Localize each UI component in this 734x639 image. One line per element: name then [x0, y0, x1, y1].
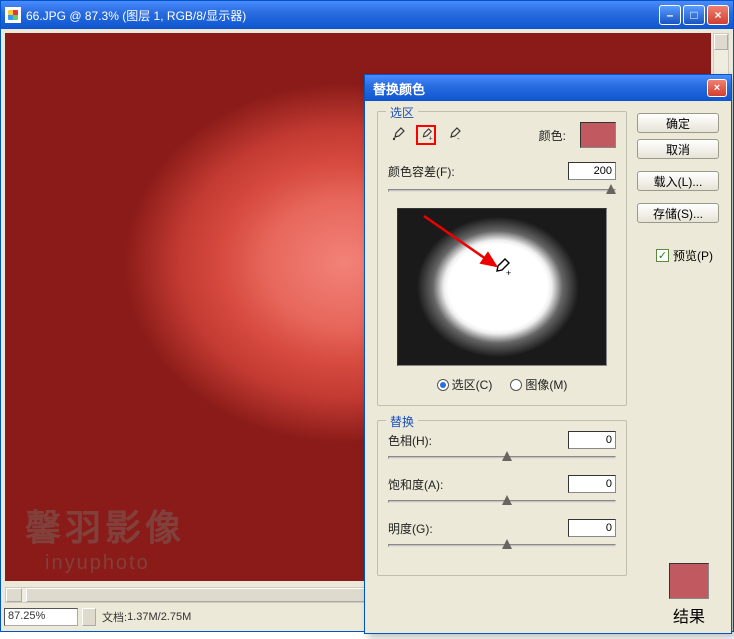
- selection-group-label: 选区: [386, 104, 418, 121]
- eyedropper-row: + - 颜色:: [388, 122, 616, 148]
- scroll-left-icon[interactable]: [6, 588, 22, 602]
- dialog-title: 替换颜色: [373, 79, 707, 98]
- zoom-input[interactable]: 87.25%: [4, 608, 78, 626]
- color-swatch[interactable]: [580, 122, 616, 148]
- preview-checkbox-label: 预览(P): [673, 247, 713, 264]
- doc-info-value: 1.37M/2.75M: [127, 611, 191, 623]
- watermark-text-1: 馨羽影像: [25, 499, 185, 551]
- selection-group: 选区 + - 颜色: 颜色容差(F):: [377, 111, 627, 406]
- radio-selection-icon: [437, 379, 449, 391]
- maximize-button[interactable]: □: [683, 5, 705, 25]
- radio-selection[interactable]: 选区(C): [437, 376, 493, 393]
- save-button[interactable]: 存储(S)...: [637, 203, 719, 223]
- document-title: 66.JPG @ 87.3% (图层 1, RGB/8/显示器): [26, 7, 659, 24]
- lightness-input[interactable]: [568, 519, 616, 537]
- minimize-button[interactable]: –: [659, 5, 681, 25]
- selection-preview[interactable]: [397, 208, 607, 366]
- close-button[interactable]: ×: [707, 5, 729, 25]
- radio-image[interactable]: 图像(M): [510, 376, 567, 393]
- ok-button[interactable]: 确定: [637, 113, 719, 133]
- color-label: 颜色:: [539, 127, 566, 144]
- lightness-label: 明度(G):: [388, 520, 448, 537]
- replace-color-dialog: 替换颜色 × 选区 + - 颜色: 颜色容差(F):: [364, 74, 732, 634]
- lightness-row: 明度(G):: [388, 519, 616, 537]
- preview-mask: [398, 209, 606, 365]
- saturation-input[interactable]: [568, 475, 616, 493]
- preview-checkbox[interactable]: ✓ 预览(P): [656, 247, 713, 264]
- hue-slider[interactable]: [388, 451, 616, 465]
- fuzziness-row: 颜色容差(F):: [388, 162, 616, 180]
- dialog-titlebar[interactable]: 替换颜色 ×: [365, 75, 731, 101]
- result-column: 结果: [669, 563, 709, 627]
- scroll-up-icon[interactable]: [714, 34, 728, 50]
- fuzziness-slider[interactable]: [388, 184, 616, 198]
- checkbox-icon: ✓: [656, 249, 669, 262]
- app-icon: [5, 7, 21, 23]
- fuzziness-input[interactable]: [568, 162, 616, 180]
- eyedropper-subtract-icon[interactable]: -: [444, 125, 464, 145]
- result-swatch[interactable]: [669, 563, 709, 599]
- eyedropper-icon[interactable]: [388, 125, 408, 145]
- eyedropper-add-icon[interactable]: +: [416, 125, 436, 145]
- svg-text:-: -: [457, 134, 460, 143]
- watermark-text-2: inyuphoto: [45, 552, 150, 575]
- slider-thumb[interactable]: [606, 184, 616, 194]
- doc-info-label: 文档:: [102, 609, 127, 625]
- svg-text:+: +: [429, 135, 433, 142]
- dialog-button-column: 确定 取消 载入(L)... 存储(S)...: [637, 113, 719, 223]
- saturation-slider[interactable]: [388, 495, 616, 509]
- lightness-slider[interactable]: [388, 539, 616, 553]
- doc-titlebar: 66.JPG @ 87.3% (图层 1, RGB/8/显示器) – □ ×: [1, 1, 733, 29]
- hue-label: 色相(H):: [388, 432, 448, 449]
- result-label: 结果: [673, 603, 705, 627]
- saturation-row: 饱和度(A):: [388, 475, 616, 493]
- radio-image-icon: [510, 379, 522, 391]
- window-controls: – □ ×: [659, 1, 733, 29]
- replace-group-label: 替换: [386, 413, 418, 430]
- saturation-label: 饱和度(A):: [388, 476, 448, 493]
- hue-input[interactable]: [568, 431, 616, 449]
- dialog-close-button[interactable]: ×: [707, 79, 727, 97]
- fuzziness-label: 颜色容差(F):: [388, 163, 562, 180]
- replace-group: 替换 色相(H): 饱和度(A): 明度(G):: [377, 420, 627, 576]
- hue-row: 色相(H):: [388, 431, 616, 449]
- preview-mode-radios: 选区(C) 图像(M): [388, 376, 616, 393]
- load-button[interactable]: 载入(L)...: [637, 171, 719, 191]
- slider-track: [388, 189, 616, 192]
- statusbar-menu-icon[interactable]: [82, 608, 96, 626]
- cancel-button[interactable]: 取消: [637, 139, 719, 159]
